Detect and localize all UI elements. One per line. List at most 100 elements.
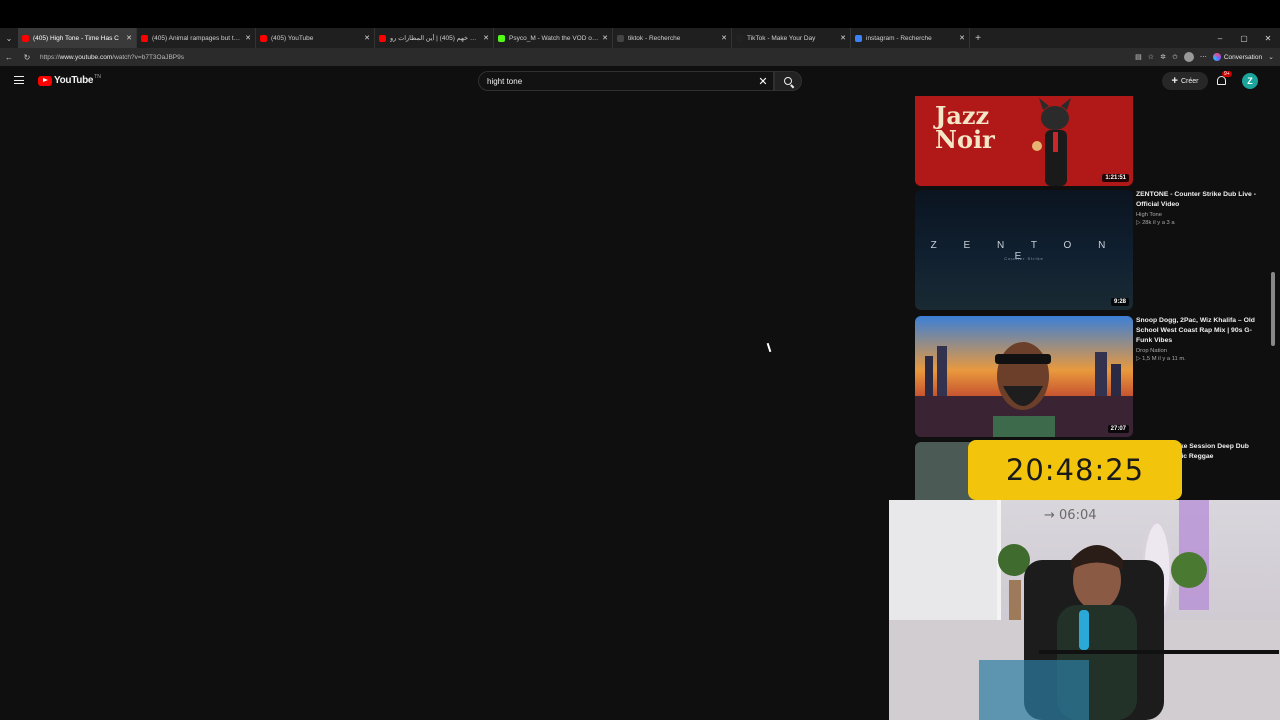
browser-tab[interactable]: شوب خهم (405) | أين المطارات رو✕ [375, 28, 494, 48]
copilot-icon [1212, 53, 1221, 61]
browser-tab[interactable]: tiktok - Recherche ✕ [613, 28, 732, 48]
tab-label: instagram - Recherche [866, 34, 932, 42]
video-duration: 27:07 [1107, 425, 1129, 433]
url-host: www.youtube.com [59, 53, 113, 61]
search-input[interactable]: hight tone [487, 77, 753, 86]
maximize-icon[interactable]: ▢ [1232, 34, 1256, 43]
url-path: /watch?v=b7T3OaJBP9s [112, 53, 184, 61]
tab-label: (405) Animal rampages but they g [152, 34, 243, 42]
favorites-icon[interactable]: ✩ [1172, 53, 1178, 61]
recommendation-item[interactable]: Jazz Noir 1:21:51 [915, 96, 1265, 188]
tab-favicon-icon [22, 34, 29, 42]
clock-time: 20:48:25 [1005, 453, 1145, 487]
url-prefix: https:// [40, 53, 60, 61]
tab-strip: ⌄ (405) High Tone - Time Has C ✕ (405) Ani… [0, 28, 1280, 48]
browser-tab[interactable]: (405) YouTube ✕ [256, 28, 375, 48]
tab-favicon-icon [498, 34, 505, 42]
country-code: TN [94, 73, 101, 80]
clear-search-icon[interactable]: ✕ [753, 75, 773, 88]
browser-tab[interactable]: TikTok - Make Your Day ✕ [732, 28, 851, 48]
browser-tab[interactable]: (405) High Tone - Time Has C ✕ [18, 28, 137, 48]
video-duration: 1:21:51 [1102, 174, 1129, 182]
thumbnail-title-text: Jazz Noir [935, 101, 995, 154]
video-thumbnail[interactable]: Jazz Noir 1:21:51 [915, 96, 1133, 186]
bell-icon [1217, 76, 1226, 85]
video-thumbnail[interactable]: Z E N T O N E Counter Strike 9:28 [915, 190, 1133, 310]
snoop-illustration [915, 342, 1133, 437]
browser-tab[interactable]: instagram - Recherche ✕ [851, 28, 970, 48]
search-button[interactable] [774, 71, 802, 91]
new-tab-button[interactable]: + [970, 33, 986, 44]
account-avatar[interactable]: Z [1242, 73, 1258, 89]
webcam-timer: → 06:04 [1044, 508, 1097, 523]
youtube-play-icon [38, 75, 52, 86]
video-duration: 9:28 [1110, 298, 1129, 306]
more-menu-icon[interactable]: ⋯ [1200, 53, 1207, 61]
tab-favicon-icon [855, 34, 862, 42]
dropdown-icon[interactable]: ⌄ [1268, 53, 1274, 61]
video-title[interactable]: ZENTONE - Counter Strike Dub Live - Offi… [1136, 190, 1258, 210]
browser-tab[interactable]: (405) Animal rampages but they g ✕ [137, 28, 256, 48]
video-meta: ▷ 28k il y a 3 a [1136, 220, 1175, 226]
favorite-star-icon[interactable]: ☆ [1148, 53, 1154, 61]
tab-label: Psyco_M - Watch the VOD on Kick [509, 34, 599, 42]
recommendation-item[interactable]: Z E N T O N E Counter Strike 9:28 ZENTON… [915, 190, 1265, 312]
sidebar-scrollbar[interactable] [1271, 272, 1275, 346]
youtube-logo-text: YouTube [54, 75, 94, 86]
tab-favicon-icon [379, 34, 386, 42]
tab-label: شوب خهم (405) | أين المطارات رو [390, 35, 480, 42]
window-controls: – ▢ ✕ [1208, 28, 1280, 48]
close-window-icon[interactable]: ✕ [1256, 34, 1280, 43]
search-icon [784, 77, 792, 85]
notification-badge: 9+ [1222, 71, 1232, 77]
extensions-icon[interactable]: ✲ [1160, 53, 1166, 61]
tab-favicon-icon [260, 34, 267, 42]
tab-close-icon[interactable]: ✕ [959, 34, 965, 42]
reload-icon[interactable]: ↻ [18, 53, 36, 62]
video-meta: ▷ 1,5 M il y a 11 m. [1136, 356, 1186, 362]
youtube-logo[interactable]: YouTube TN [38, 73, 101, 86]
notifications-button[interactable]: 9+ [1215, 71, 1232, 88]
top-black-bar [0, 0, 1280, 28]
url-field[interactable]: https://www.youtube.com/watch?v=b7T3OaJB… [40, 54, 1135, 61]
tab-list-chevron-icon[interactable]: ⌄ [0, 28, 18, 48]
tab-label: (405) High Tone - Time Has C [33, 34, 119, 42]
tab-close-icon[interactable]: ✕ [483, 34, 489, 42]
menu-hamburger-icon[interactable] [14, 76, 24, 84]
tab-favicon-icon [141, 34, 148, 42]
tab-label: (405) YouTube [271, 34, 314, 42]
reader-icon[interactable]: ▤ [1135, 53, 1142, 61]
tab-label: tiktok - Recherche [628, 34, 681, 42]
channel-name[interactable]: Drop Nation [1136, 348, 1258, 354]
clock-overlay: 20:48:25 [968, 440, 1182, 500]
minimize-icon[interactable]: – [1208, 34, 1232, 43]
recommendation-item[interactable]: 27:07 Snoop Dogg, 2Pac, Wiz Khalifa – Ol… [915, 316, 1265, 438]
tab-close-icon[interactable]: ✕ [245, 34, 251, 42]
webcam-scene [889, 500, 1280, 720]
recommendation-info: ZENTONE - Counter Strike Dub Live - Offi… [1136, 190, 1258, 226]
browser-profile-avatar[interactable] [1183, 52, 1194, 62]
tab-close-icon[interactable]: ✕ [126, 34, 132, 42]
create-button[interactable]: + Créer [1162, 72, 1208, 90]
recommendation-info: Snoop Dogg, 2Pac, Wiz Khalifa – Old Scho… [1136, 316, 1258, 362]
thumbnail-subtitle-text: Counter Strike [1004, 256, 1044, 261]
create-label: Créer [1180, 77, 1199, 85]
video-title[interactable]: Snoop Dogg, 2Pac, Wiz Khalifa – Old Scho… [1136, 316, 1258, 346]
video-thumbnail[interactable]: 27:07 [915, 316, 1133, 437]
tab-close-icon[interactable]: ✕ [364, 34, 370, 42]
tab-close-icon[interactable]: ✕ [602, 34, 608, 42]
search-box[interactable]: hight tone ✕ [478, 71, 774, 91]
tab-favicon-icon [617, 34, 624, 42]
copilot-conversation-button[interactable]: Conversation [1212, 53, 1263, 61]
tab-close-icon[interactable]: ✕ [721, 34, 727, 42]
tab-close-icon[interactable]: ✕ [840, 34, 846, 42]
conversation-label: Conversation [1223, 53, 1263, 61]
tab-favicon-icon [736, 34, 743, 42]
youtube-header: YouTube TN hight tone ✕ + Créer 9+ Z [0, 66, 1280, 96]
webcam-overlay: → 06:04 [889, 500, 1280, 720]
video-player-area[interactable] [0, 96, 900, 720]
plus-icon: + [1171, 75, 1178, 87]
browser-tab[interactable]: Psyco_M - Watch the VOD on Kick✕ [494, 28, 613, 48]
back-icon[interactable]: ← [0, 53, 18, 62]
channel-name[interactable]: High Tone [1136, 212, 1258, 218]
